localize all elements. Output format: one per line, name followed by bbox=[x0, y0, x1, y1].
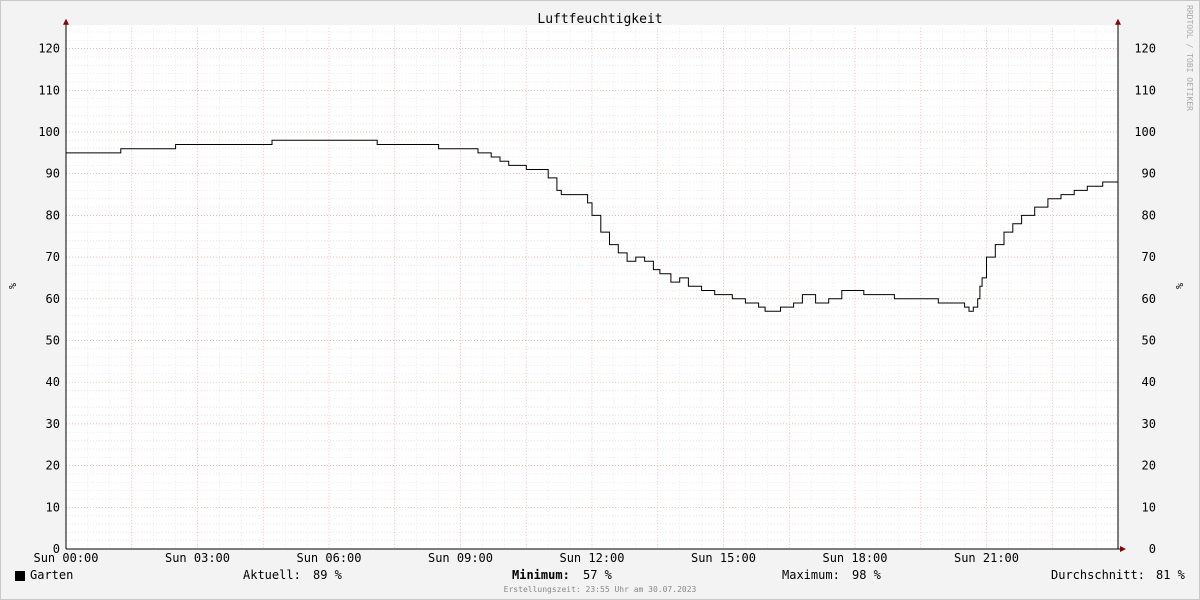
x-tick-label: Sun 15:00 bbox=[691, 551, 756, 565]
creation-time-footer: Erstellungszeit: 23:55 Uhr am 30.07.2023 bbox=[503, 585, 697, 594]
rrdtool-watermark: RRDTOOL / TOBI OETIKER bbox=[1185, 5, 1194, 111]
y-tick-label-right: 10 bbox=[1142, 500, 1156, 514]
y-tick-label-left: 90 bbox=[46, 167, 60, 181]
y-tick-label-left: 40 bbox=[46, 375, 60, 389]
x-tick-label: Sun 06:00 bbox=[296, 551, 361, 565]
y-tick-label-left: 80 bbox=[46, 208, 60, 222]
current-label: Aktuell: bbox=[243, 568, 301, 582]
y-tick-label-left: 120 bbox=[38, 42, 60, 56]
chart-title: Luftfeuchtigkeit bbox=[537, 12, 662, 27]
current-value: 89 % bbox=[313, 568, 342, 582]
x-tick-label: Sun 03:00 bbox=[165, 551, 230, 565]
avg-value: 81 % bbox=[1156, 568, 1185, 582]
x-axis-arrow bbox=[1120, 546, 1126, 552]
y-tick-label-left: 30 bbox=[46, 417, 60, 431]
y-tick-label-right: 0 bbox=[1149, 542, 1156, 556]
y-tick-label-left: 70 bbox=[46, 250, 60, 264]
y-tick-label-left: 10 bbox=[46, 500, 60, 514]
y-axis-arrow-right bbox=[1115, 18, 1121, 25]
min-value: 57 % bbox=[583, 568, 612, 582]
x-tick-label: Sun 00:00 bbox=[33, 551, 98, 565]
min-label: Minimum: bbox=[512, 568, 570, 582]
y-tick-label-right: 70 bbox=[1142, 250, 1156, 264]
y-tick-label-right: 120 bbox=[1134, 42, 1156, 56]
avg-label: Durchschnitt: bbox=[1051, 568, 1145, 582]
x-tick-label: Sun 21:00 bbox=[954, 551, 1019, 565]
y-tick-label-right: 90 bbox=[1142, 167, 1156, 181]
y-tick-label-right: 50 bbox=[1142, 334, 1156, 348]
max-value: 98 % bbox=[852, 568, 881, 582]
y-tick-label-right: 110 bbox=[1134, 83, 1156, 97]
y-tick-label-left: 100 bbox=[38, 125, 60, 139]
x-tick-label: Sun 12:00 bbox=[559, 551, 624, 565]
y-axis-label-right: % bbox=[1173, 283, 1184, 289]
x-tick-labels: Sun 00:00 Sun 03:00 Sun 06:00 Sun 09:00 Sun … bbox=[33, 551, 1019, 565]
legend-series-label: Garten bbox=[30, 568, 74, 582]
y-tick-label-left: 20 bbox=[46, 459, 60, 473]
humidity-chart: 0 010 1020 2030 3040 4050 5060 6070 7080 8090 9010… bbox=[6, 5, 1194, 565]
y-axis-arrow-left bbox=[63, 18, 69, 25]
x-tick-label: Sun 18:00 bbox=[822, 551, 887, 565]
y-tick-label-right: 100 bbox=[1134, 125, 1156, 139]
y-tick-label-right: 30 bbox=[1142, 417, 1156, 431]
y-tick-label-right: 20 bbox=[1142, 459, 1156, 473]
max-label: Maximum: bbox=[782, 568, 840, 582]
y-tick-label-right: 40 bbox=[1142, 375, 1156, 389]
y-tick-label-right: 80 bbox=[1142, 208, 1156, 222]
y-tick-label-left: 50 bbox=[46, 334, 60, 348]
y-tick-label-left: 60 bbox=[46, 292, 60, 306]
y-tick-label-left: 110 bbox=[38, 83, 60, 97]
x-tick-label: Sun 09:00 bbox=[428, 551, 493, 565]
legend-swatch-garten bbox=[15, 571, 25, 581]
y-tick-label-right: 60 bbox=[1142, 292, 1156, 306]
y-axis-label-left: % bbox=[6, 283, 17, 289]
legend: Garten Aktuell: 89 % Minimum: 57 % Maxim… bbox=[0, 566, 1200, 584]
